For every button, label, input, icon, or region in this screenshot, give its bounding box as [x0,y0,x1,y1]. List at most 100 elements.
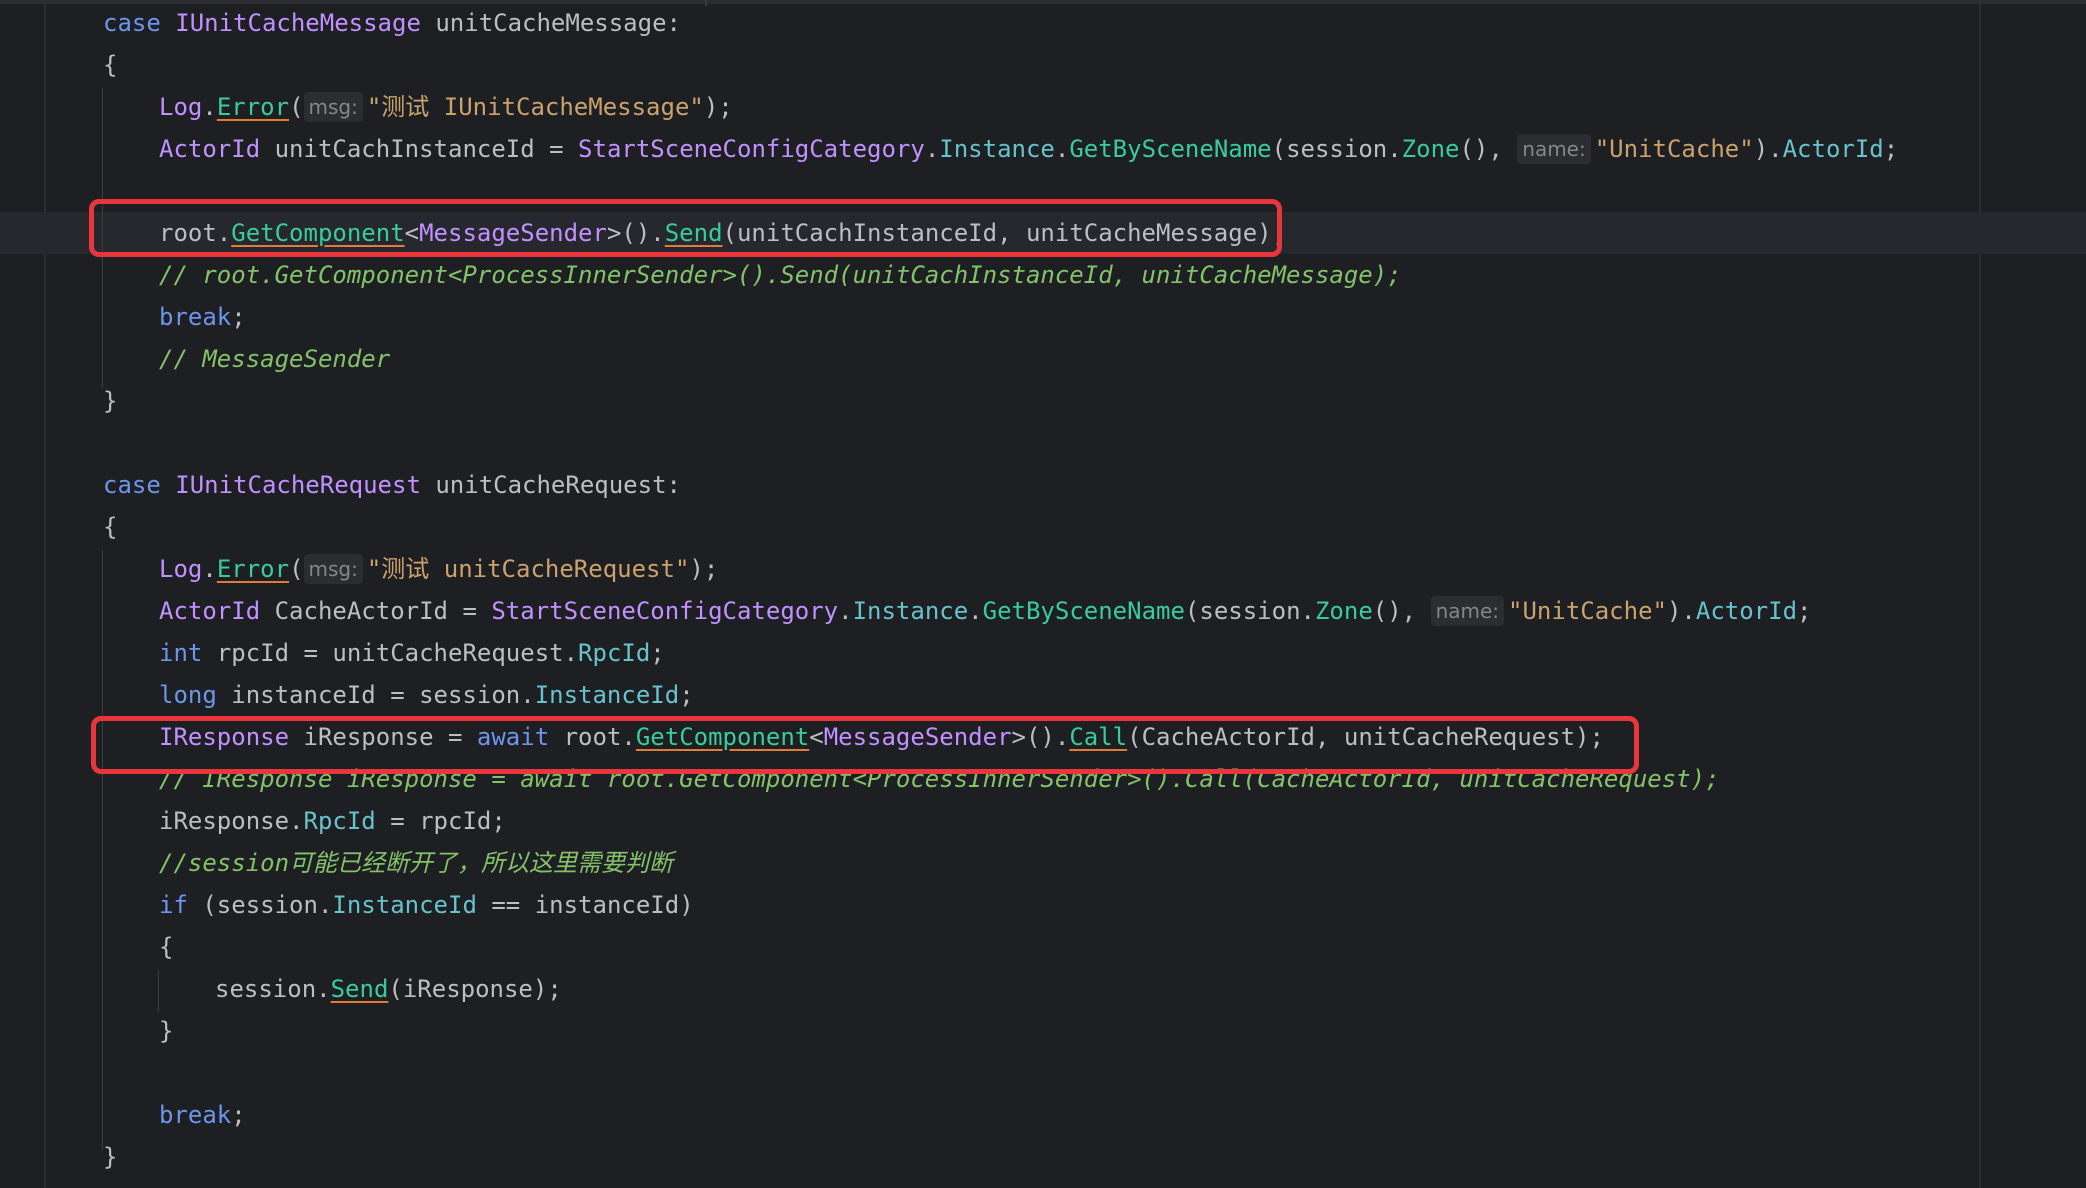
code-text: . [1054,135,1070,163]
code-line-assign-rpc[interactable]: iResponse.RpcId = rpcId; [159,800,506,842]
parameter-hint: msg: [303,92,363,122]
type-name: IUnitCacheMessage [175,9,421,37]
gutter-divider [44,0,46,1188]
code-line-session-send[interactable]: session.Send(iResponse); [215,968,562,1010]
method-name: Error [216,555,290,583]
brace: } [103,387,118,415]
code-line-brace[interactable]: } [103,380,117,422]
code-comment[interactable]: // root.GetComponent<ProcessInnerSender>… [159,254,1402,296]
code-text: ; [679,681,694,709]
code-text: ( [289,555,304,583]
indent-guide [102,550,103,1150]
brace: } [103,1143,118,1171]
string-literal: "UnitCache" [1508,597,1667,625]
method-name: GetBySceneName [1069,135,1272,163]
property-name: Instance [852,597,969,625]
property-name: ActorId [1782,135,1884,163]
class-name: Log [159,93,203,121]
code-text: (session. [1184,597,1315,625]
code-line-brace[interactable]: } [103,1136,117,1178]
code-text: ; [1883,135,1899,163]
code-text: . [202,555,217,583]
code-comment[interactable]: // MessageSender [159,338,390,380]
code-text: session. [215,975,331,1003]
code-line-break[interactable]: break; [159,1094,246,1136]
code-text: (session. [187,891,333,919]
code-text: unitCachInstanceId = [260,135,579,163]
code-text: (iResponse); [388,975,562,1003]
code-text: . [202,93,217,121]
keyword: int [159,639,203,667]
code-text: instanceId = session. [216,681,535,709]
property-name: RpcId [578,639,651,667]
code-comment[interactable]: //session可能已经断开了，所以这里需要判断 [159,842,673,884]
method-name: Zone [1401,135,1460,163]
type-name: IUnitCacheRequest [175,471,421,499]
keyword: case [103,9,161,37]
property-name: InstanceId [332,891,477,919]
code-line-instance-id[interactable]: long instanceId = session.InstanceId; [159,674,694,716]
code-text: == instanceId) [476,891,694,919]
code-line-break[interactable]: break; [159,296,246,338]
highlight-box-send [89,199,1282,257]
property-name: InstanceId [534,681,680,709]
code-text: ; [650,639,665,667]
code-text: . [968,597,983,625]
code-line-actor-id[interactable]: ActorId unitCachInstanceId = StartSceneC… [159,128,1898,170]
code-line-if[interactable]: if (session.InstanceId == instanceId) [159,884,694,926]
code-text: ( [289,93,304,121]
keyword: break [159,1101,232,1129]
parameter-hint: name: [1430,596,1505,626]
code-text: . [924,135,940,163]
code-line-log-error[interactable]: Log.Error(msg: "测试 unitCacheRequest"); [159,548,718,590]
brace: } [159,1017,174,1045]
keyword: if [159,891,188,919]
highlight-box-call [91,716,1639,774]
code-line-brace[interactable]: { [103,44,117,86]
keyword: long [159,681,217,709]
code-line-brace[interactable]: } [159,1010,173,1052]
code-line-actor-id[interactable]: ActorId CacheActorId = StartSceneConfigC… [159,590,1812,632]
type-name: ActorId [159,135,261,163]
editor-top-tick [705,0,707,6]
class-name: StartSceneConfigCategory [491,597,839,625]
property-name: RpcId [303,807,376,835]
code-text: unitCacheRequest: [420,471,681,499]
type-name: ActorId [159,597,261,625]
class-name: StartSceneConfigCategory [578,135,925,163]
code-line-brace[interactable]: { [159,926,173,968]
parameter-hint: msg: [303,554,363,584]
code-text: ). [1753,135,1783,163]
code-line-rpc-id[interactable]: int rpcId = unitCacheRequest.RpcId; [159,632,665,674]
code-line-brace[interactable]: { [103,506,117,548]
code-text: . [838,597,853,625]
method-name: GetBySceneName [982,597,1185,625]
brace: { [103,51,118,79]
code-text: = rpcId; [375,807,506,835]
code-text: ); [689,555,719,583]
keyword: break [159,303,232,331]
code-line-log-error[interactable]: Log.Error(msg: "测试 IUnitCacheMessage"); [159,86,733,128]
code-text: (session. [1271,135,1402,163]
code-line-case-message[interactable]: case IUnitCacheMessage unitCacheMessage: [103,2,681,44]
string-literal: "测试 IUnitCacheMessage" [366,93,704,121]
code-text: ); [703,93,733,121]
code-text: ; [1797,597,1812,625]
code-text: CacheActorId = [260,597,492,625]
code-text: rpcId = unitCacheRequest. [202,639,579,667]
code-text: (), [1459,135,1518,163]
method-name: Send [330,975,389,1003]
class-name: Log [159,555,203,583]
string-literal: "UnitCache" [1594,135,1754,163]
property-name: Instance [939,135,1055,163]
code-editor[interactable]: case IUnitCacheMessage unitCacheMessage:… [0,0,2086,1188]
parameter-hint: name: [1517,134,1591,164]
code-text: iResponse. [159,807,304,835]
code-text: ; [231,1101,246,1129]
code-text: unitCacheMessage: [420,9,681,37]
method-name: Error [216,93,290,121]
brace: { [103,513,118,541]
property-name: ActorId [1695,597,1798,625]
code-line-case-request[interactable]: case IUnitCacheRequest unitCacheRequest: [103,464,681,506]
method-name: Zone [1314,597,1373,625]
